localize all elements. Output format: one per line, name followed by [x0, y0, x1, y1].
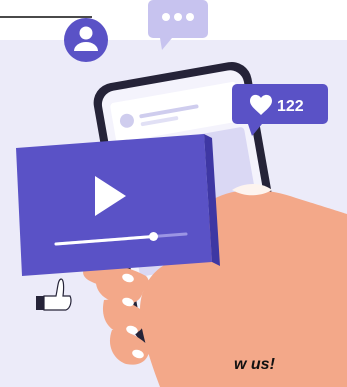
phone-illustration: 122 — [16, 0, 347, 387]
user-icon — [64, 18, 108, 62]
video-card — [16, 134, 220, 276]
follow-us-caption: w us! — [234, 356, 275, 373]
chat-bubble-icon — [148, 0, 208, 50]
like-count: 122 — [277, 98, 304, 115]
social-media-illustration: 122 w us! — [0, 0, 347, 387]
video-progress-knob — [149, 232, 158, 241]
thumbs-up-icon — [36, 278, 72, 311]
